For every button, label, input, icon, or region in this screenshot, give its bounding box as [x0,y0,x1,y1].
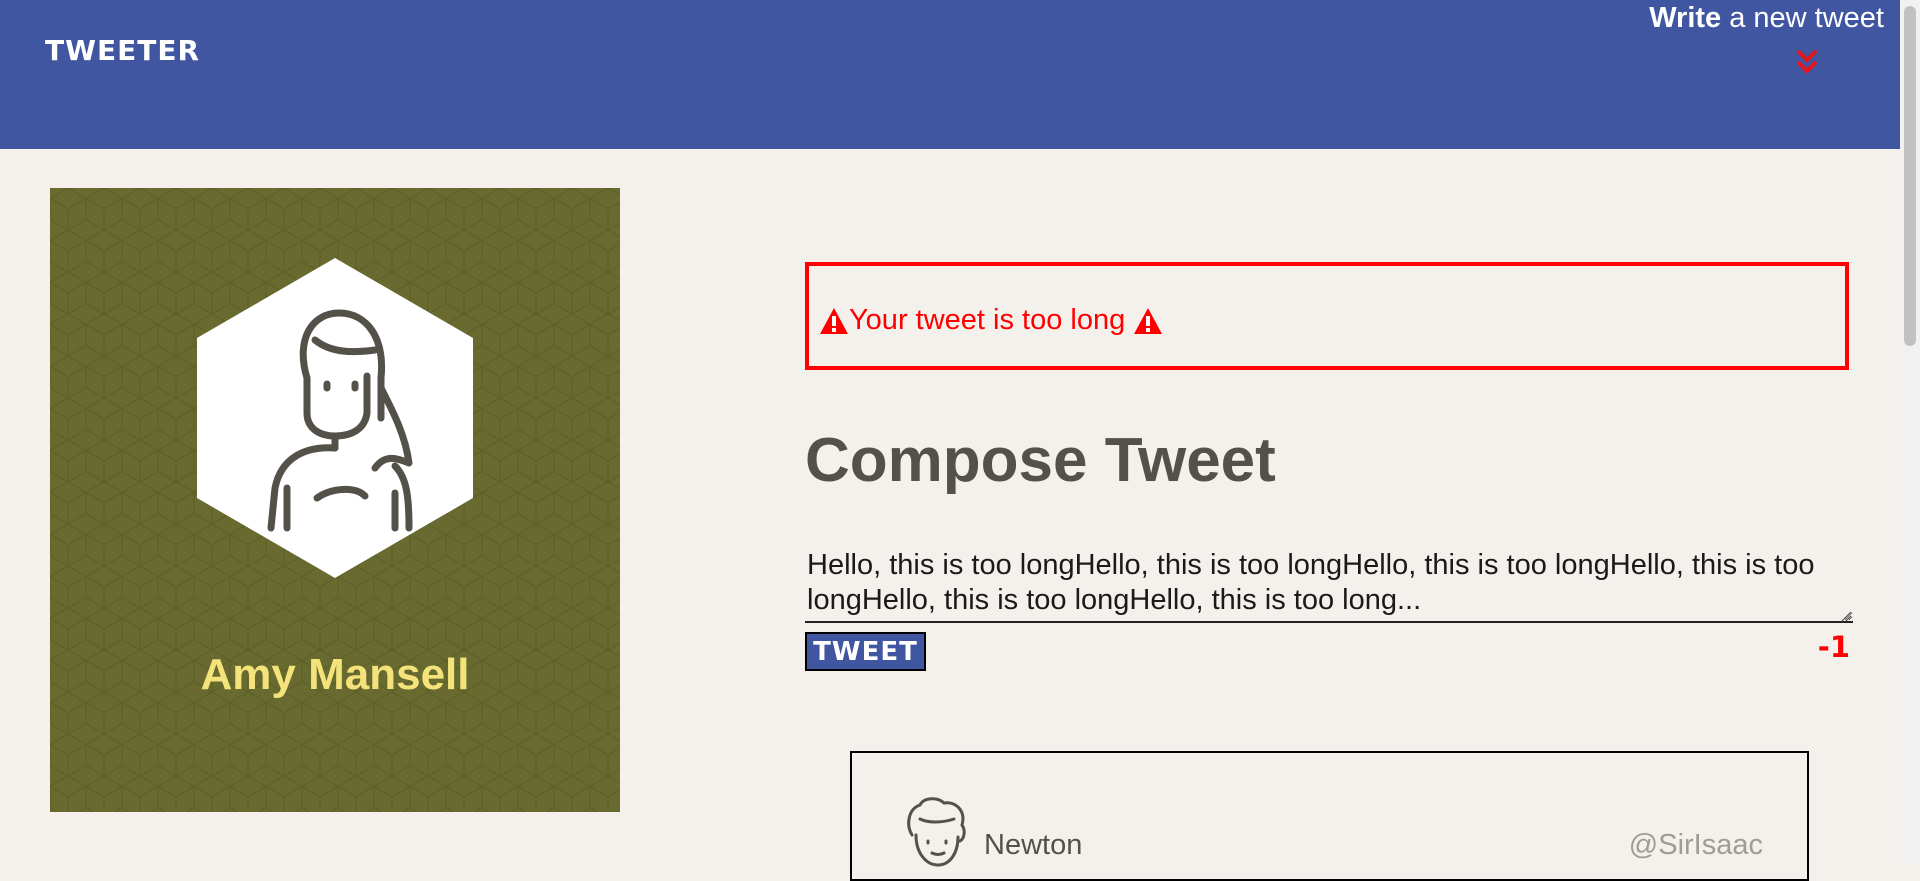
tweet-card: Newton @SirIsaac [850,751,1809,881]
curly-hair-avatar-icon [907,797,966,867]
compose-title: Compose Tweet [805,426,1276,495]
character-counter: -1 [1817,630,1850,664]
write-new-tweet-toggle[interactable]: Write a new tweet [1580,0,1900,80]
error-message-row: Your tweet is too long [819,304,1163,337]
tweet-submit-button[interactable]: TWEET [805,632,926,671]
profile-avatar [195,258,475,578]
warning-icon [1134,307,1163,334]
error-message: Your tweet is too long [849,304,1126,336]
tweet-author-name: Newton [984,829,1083,861]
page-scrollbar[interactable] [1900,0,1920,863]
top-nav-bar: TWEETER Write a new tweet [0,0,1900,149]
scrollbar-thumb[interactable] [1904,6,1916,346]
tweet-textarea[interactable] [805,545,1853,623]
error-banner: Your tweet is too long [805,262,1849,370]
tweet-author-handle: @SirIsaac [1628,829,1763,861]
write-label-rest: a new tweet [1729,2,1884,34]
write-new-tweet-label[interactable]: Write a new tweet [1649,2,1884,35]
woman-avatar-icon [197,258,473,578]
brand-logo[interactable]: TWEETER [45,34,200,67]
write-label-bold: Write [1649,2,1722,34]
profile-name: Amy Mansell [200,650,470,699]
resize-grip-icon[interactable] [1840,610,1852,622]
profile-card: Amy Mansell [50,188,620,812]
double-chevron-down-icon[interactable] [1792,48,1822,76]
warning-icon [820,307,848,334]
